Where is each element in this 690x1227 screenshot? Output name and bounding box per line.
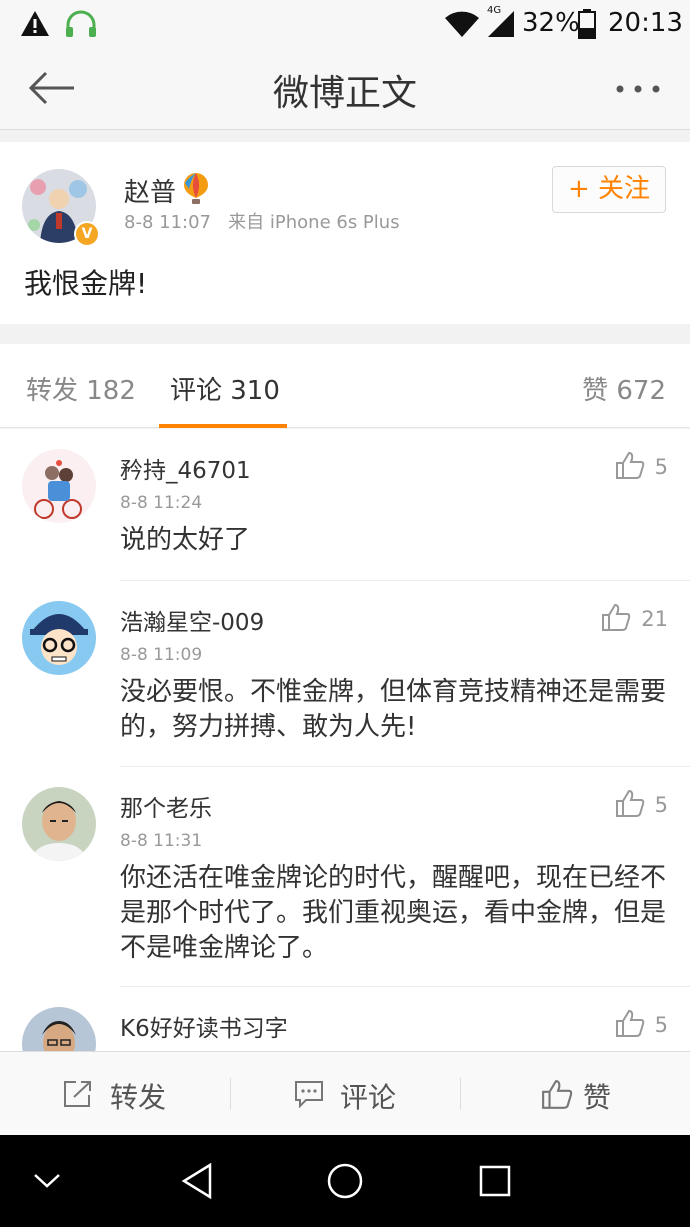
like-label: 赞: [583, 1081, 612, 1114]
status-bar: 4G 32% 20:13: [0, 0, 690, 50]
comment-time: 8-8 11:24: [120, 493, 203, 513]
comment-item: K6好好读书习字 5: [0, 987, 690, 1051]
nav-bar: 微博正文: [0, 50, 690, 130]
comment-button[interactable]: 评论: [231, 1052, 460, 1136]
post-tabs: 转发 182 评论 310 赞 672: [0, 344, 690, 428]
comment-label: 评论: [340, 1081, 397, 1114]
comment-text: 你还活在唯金牌论的时代，醒醒吧，现在已经不是那个时代了。我们重视奥运，看中金牌，…: [120, 863, 667, 963]
comment-list: 矜持_46701 8-8 11:24 说的太好了 5 浩瀚星空-009 8-8 …: [0, 429, 690, 1051]
comment-icon: [295, 1081, 323, 1109]
balloon-icon: [184, 173, 208, 204]
home-circle-icon[interactable]: [327, 1163, 363, 1199]
comment-like-count: 21: [641, 607, 668, 631]
system-nav-bar: [0, 1135, 690, 1227]
comment-like-button[interactable]: 5: [615, 1009, 668, 1037]
commenter-name[interactable]: 浩瀚星空-009: [120, 603, 264, 637]
post-meta: 8-8 11:07 来自 iPhone 6s Plus: [124, 208, 400, 234]
status-time: 20:13: [608, 8, 683, 38]
comment-like-button[interactable]: 5: [615, 451, 668, 479]
like-button[interactable]: 赞: [461, 1052, 690, 1136]
signal-icon: [488, 11, 514, 37]
battery-icon: [578, 9, 596, 39]
author-name[interactable]: 赵普: [124, 172, 176, 209]
wifi-icon: [445, 11, 479, 37]
active-tab-indicator: [159, 424, 287, 428]
post-time: 8-8 11:07: [124, 212, 211, 233]
action-bar: 转发 评论 赞: [0, 1051, 690, 1135]
comment-text: 说的太好了: [120, 525, 251, 555]
back-triangle-icon[interactable]: [180, 1162, 214, 1200]
commenter-avatar[interactable]: [22, 449, 96, 523]
recents-square-icon[interactable]: [479, 1165, 511, 1197]
thumbs-up-icon: [602, 603, 631, 631]
headphones-icon: [66, 10, 96, 37]
comment-like-button[interactable]: 5: [615, 789, 668, 817]
comment-item: 那个老乐 8-8 11:31 你还活在唯金牌论的时代，醒醒吧，现在已经不是那个时…: [0, 767, 690, 987]
commenter-name[interactable]: K6好好读书习字: [120, 1009, 288, 1043]
comment-text: 没必要恨。不惟金牌，但体育竞技精神还是需要的，努力拼搏、敢为人先!: [120, 677, 667, 742]
post-text: 我恨金牌!: [24, 267, 148, 300]
repost-label: 转发: [110, 1081, 167, 1114]
comment-like-count: 5: [654, 455, 668, 479]
commenter-name[interactable]: 矜持_46701: [120, 451, 251, 485]
page-title: 微博正文: [272, 73, 417, 114]
commenter-avatar[interactable]: [22, 601, 96, 675]
comment-item: 浩瀚星空-009 8-8 11:09 没必要恨。不惟金牌，但体育竞技精神还是需要…: [0, 581, 690, 767]
battery-percent: 32%: [522, 8, 580, 38]
comment-time: 8-8 11:31: [120, 831, 203, 851]
chevron-down-icon[interactable]: [32, 1171, 62, 1191]
repost-button[interactable]: 转发: [0, 1052, 230, 1136]
comment-item: 矜持_46701 8-8 11:24 说的太好了 5: [0, 429, 690, 581]
thumbs-up-icon: [615, 1009, 644, 1037]
tab-repost[interactable]: 转发 182: [26, 370, 136, 407]
comment-like-count: 5: [654, 793, 668, 817]
comment-time: 8-8 11:09: [120, 645, 203, 665]
share-icon: [64, 1081, 91, 1107]
warning-icon: [21, 11, 49, 36]
verified-badge-icon: V: [74, 221, 100, 247]
more-icon[interactable]: [614, 84, 664, 94]
post-source: 来自 iPhone 6s Plus: [228, 212, 400, 233]
post-card: V 赵普 8-8 11:07 来自 iPhone 6s Plus + 关注 我恨…: [0, 142, 690, 324]
follow-button[interactable]: + 关注: [552, 166, 666, 213]
thumbs-up-icon: [615, 789, 644, 817]
thumbs-up-icon: [542, 1080, 573, 1109]
commenter-name[interactable]: 那个老乐: [120, 789, 212, 823]
commenter-avatar[interactable]: [22, 787, 96, 861]
tab-likes[interactable]: 赞 672: [582, 370, 666, 407]
tab-comments[interactable]: 评论 310: [170, 370, 280, 407]
comment-like-count: 5: [654, 1013, 668, 1037]
comment-like-button[interactable]: 21: [601, 603, 668, 631]
thumbs-up-icon: [615, 451, 644, 479]
commenter-avatar[interactable]: [22, 1007, 96, 1051]
